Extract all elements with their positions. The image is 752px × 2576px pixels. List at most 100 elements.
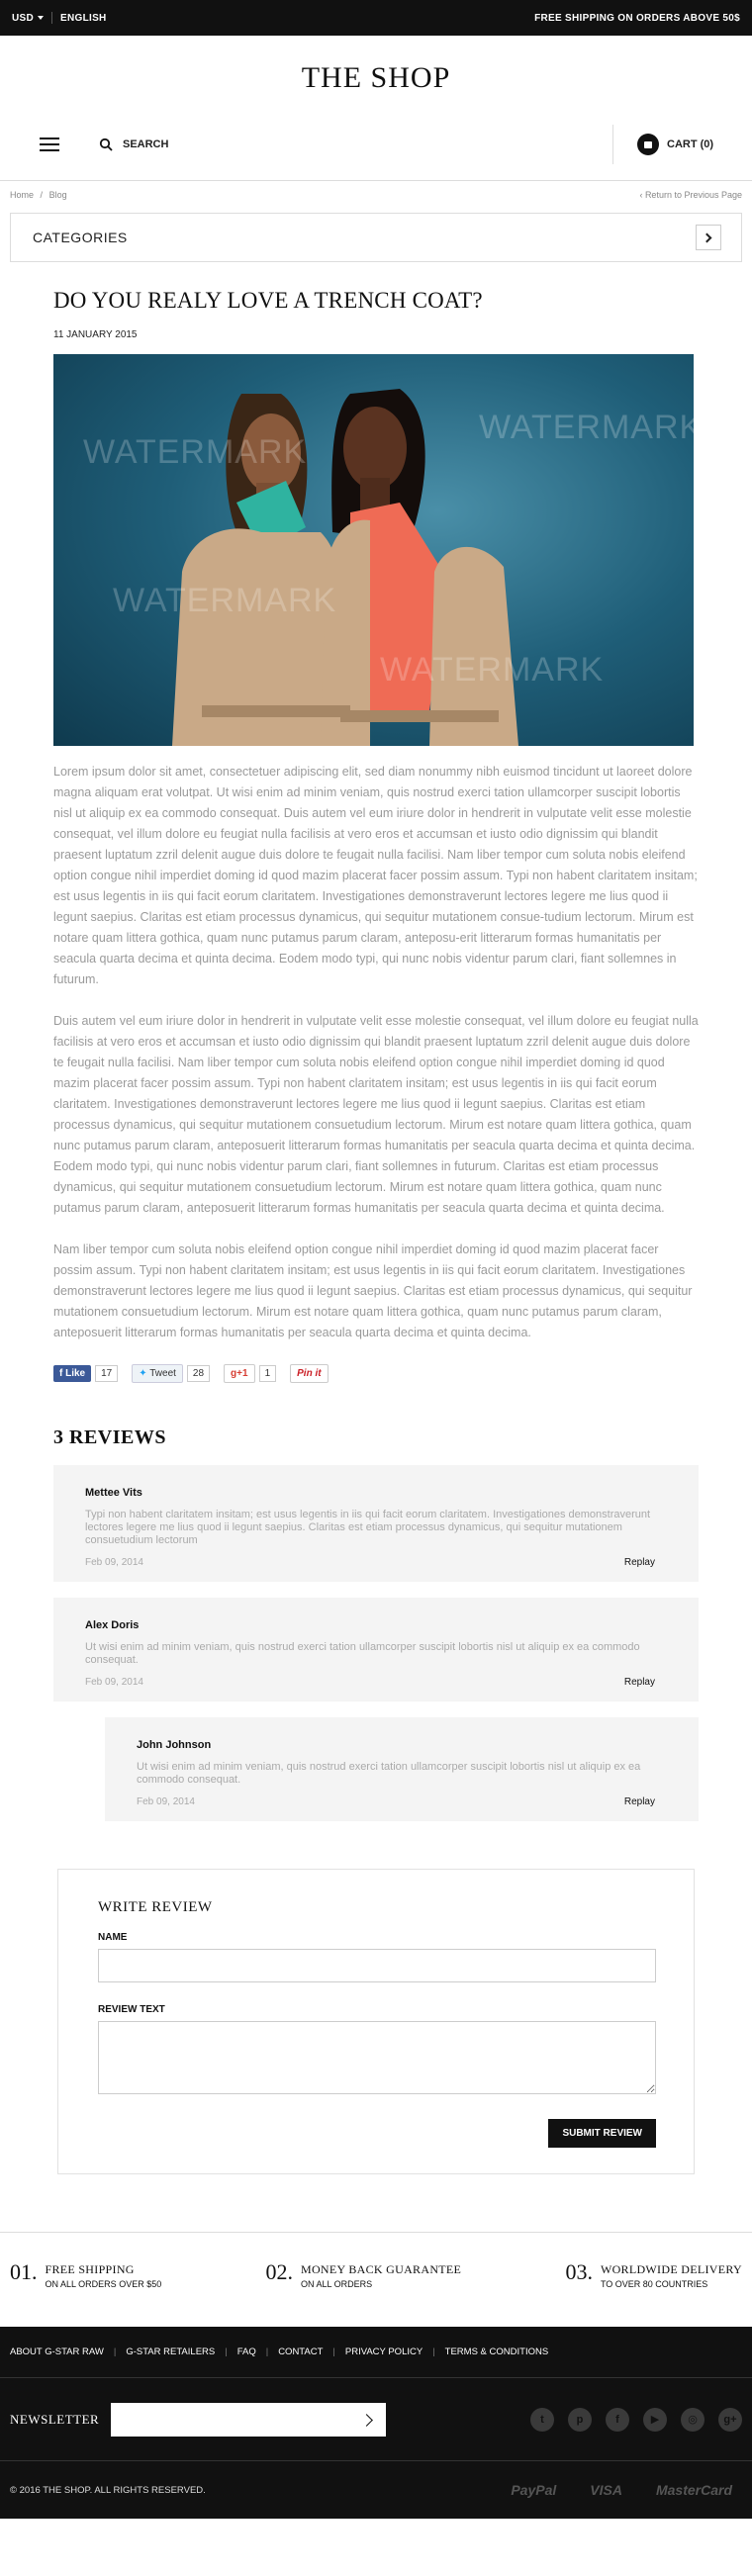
categories-toggle-button[interactable] (696, 225, 721, 250)
footer-links: ABOUT G-STAR RAW | G-STAR RETAILERS | FAQ |… (0, 2327, 752, 2378)
submit-row: SUBMIT REVIEW (98, 2119, 656, 2148)
feature-number: 02. (265, 2259, 293, 2284)
footer-link[interactable]: PRIVACY POLICY (345, 2346, 423, 2357)
article-title: DO YOU REALY LOVE A TRENCH COAT? (53, 288, 483, 313)
footer-link[interactable]: CONTACT (278, 2346, 323, 2357)
paypal-logo: PayPal (511, 2482, 557, 2498)
review-date: Feb 09, 2014 (85, 1677, 143, 1688)
pin-label: Pin it (290, 1364, 329, 1383)
review-text-label: REVIEW TEXT (98, 2004, 165, 2015)
mastercard-logo: MasterCard (655, 2482, 732, 2498)
twitter-icon: ✦ (139, 1368, 150, 1379)
copyright: © 2016 THE SHOP. ALL RIGHTS RESERVED. (10, 2484, 206, 2496)
feature-number: 03. (565, 2259, 593, 2284)
watermark-text: WATERMARK (113, 582, 337, 619)
google-plus-icon[interactable]: g+ (718, 2407, 742, 2432)
site-logo[interactable]: THE SHOP (302, 61, 451, 95)
currency-dropdown[interactable]: USD (12, 12, 45, 24)
review-date: Feb 09, 2014 (137, 1796, 195, 1807)
feature-item: 03. WORLDWIDE DELIVERY TO OVER 80 COUNTR… (565, 2259, 742, 2327)
watermark-text: WATERMARK (479, 409, 694, 446)
submit-review-button[interactable]: SUBMIT REVIEW (548, 2119, 656, 2148)
header-logo-row: THE SHOP (0, 49, 752, 107)
review-date: Feb 09, 2014 (85, 1557, 143, 1568)
review-reply-card: John Johnson Ut wisi enim ad minim venia… (105, 1717, 699, 1821)
review-author: Mettee Vits (85, 1487, 142, 1499)
header-nav: CART (0) (0, 125, 752, 164)
feature-subtitle: TO OVER 80 COUNTRIES (600, 2279, 708, 2289)
write-review-form: WRITE REVIEW NAME REVIEW TEXT SUBMIT REV… (57, 1869, 695, 2174)
watermark-text: WATERMARK (83, 433, 308, 471)
return-label: Return to Previous Page (644, 190, 742, 200)
newsletter-email-input[interactable] (111, 2402, 363, 2437)
review-card: Alex Doris Ut wisi enim ad minim veniam,… (53, 1598, 699, 1702)
chevron-right-icon (702, 232, 712, 242)
watermark-text: WATERMARK (380, 651, 605, 689)
review-text-field[interactable] (98, 2021, 656, 2094)
arrow-right-icon[interactable] (362, 2413, 376, 2427)
gplus-count: 1 (258, 1365, 277, 1382)
feature-number: 01. (10, 2259, 38, 2284)
breadcrumb-separator: / (40, 190, 44, 200)
article: DO YOU REALY LOVE A TRENCH COAT? 11 JANU… (0, 288, 752, 2174)
review-card: Mettee Vits Typi non habent claritatem i… (53, 1465, 699, 1582)
youtube-icon[interactable]: ▶ (643, 2407, 667, 2432)
footer-link[interactable]: G-STAR RETAILERS (126, 2346, 215, 2357)
feature-title: FREE SHIPPING (45, 2262, 135, 2276)
review-author: Alex Doris (85, 1619, 140, 1631)
menu-icon[interactable] (40, 138, 59, 151)
site-footer: ABOUT G-STAR RAW | G-STAR RETAILERS | FAQ |… (0, 2327, 752, 2519)
promo-text: FREE SHIPPING ON ORDERS ABOVE 50$ (534, 12, 740, 24)
write-review-title: WRITE REVIEW (98, 1899, 213, 1915)
feature-subtitle: ON ALL ORDERS (300, 2279, 373, 2289)
social-links: t p f ▶ ◎ g+ (530, 2407, 742, 2432)
footer-link[interactable]: TERMS & CONDITIONS (445, 2346, 549, 2357)
review-text: Typi non habent claritatem insitam; est … (85, 1509, 651, 1546)
reply-button[interactable]: Replay (624, 1796, 655, 1807)
reply-button[interactable]: Replay (624, 1677, 655, 1688)
footer-link[interactable]: ABOUT G-STAR RAW (10, 2346, 104, 2357)
review-meta: Feb 09, 2014 Replay (137, 1796, 667, 1807)
return-link[interactable]: ‹ Return to Previous Page (639, 190, 742, 200)
pinterest-icon[interactable]: p (568, 2407, 592, 2432)
review-meta: Feb 09, 2014 Replay (85, 1677, 667, 1688)
breadcrumb-home[interactable]: Home (10, 190, 34, 200)
breadcrumb-current[interactable]: Blog (49, 190, 67, 200)
footer-link[interactable]: FAQ (237, 2346, 256, 2357)
facebook-icon[interactable]: f (606, 2407, 629, 2432)
search-input[interactable] (123, 138, 499, 150)
categories-bar[interactable]: CATEGORIES (10, 213, 742, 262)
cart-label: CART (0) (667, 138, 714, 150)
chevron-down-icon (38, 15, 45, 20)
language-dropdown[interactable]: ENGLISH (60, 13, 107, 24)
pinterest-button[interactable]: Pin it (290, 1364, 329, 1383)
feature-item: 01. FREE SHIPPING ON ALL ORDERS OVER $50 (10, 2259, 161, 2327)
article-paragraph: Lorem ipsum dolor sit amet, consectetuer… (53, 765, 698, 986)
breadcrumb: Home / Blog ‹ Return to Previous Page (0, 181, 752, 209)
feature-title: WORLDWIDE DELIVERY (600, 2262, 742, 2276)
top-bar: USD ENGLISH FREE SHIPPING ON ORDERS ABOV… (0, 0, 752, 36)
search-icon[interactable] (99, 138, 113, 151)
instagram-icon[interactable]: ◎ (681, 2407, 705, 2432)
facebook-like-button[interactable]: f Like 17 (53, 1365, 119, 1382)
breadcrumb-trail: Home / Blog (10, 190, 67, 200)
article-paragraph: Duis autem vel eum iriure dolor in hendr… (53, 1014, 699, 1215)
footer-bottom: © 2016 THE SHOP. ALL RIGHTS RESERVED. Pa… (0, 2461, 752, 2519)
newsletter: NEWSLETTER (10, 2402, 387, 2437)
cart-button[interactable]: CART (0) (637, 134, 713, 155)
google-plus-button[interactable]: g+1 1 (224, 1364, 277, 1383)
name-field[interactable] (98, 1949, 656, 1982)
twitter-icon[interactable]: t (530, 2407, 554, 2432)
reply-button[interactable]: Replay (624, 1557, 655, 1568)
feature-title: MONEY BACK GUARANTEE (300, 2262, 462, 2276)
reviews-title: 3 REVIEWS (53, 1426, 166, 1448)
currency-label: USD (12, 12, 35, 24)
article-hero-image: WATERMARK WATERMARK WATERMARK WATERMARK (53, 354, 694, 746)
visa-logo: VISA (590, 2482, 622, 2498)
like-label: Like (65, 1368, 86, 1379)
article-date: 11 JANUARY 2015 (53, 329, 138, 340)
tweet-button[interactable]: ✦ Tweet 28 (132, 1364, 211, 1383)
newsletter-label: NEWSLETTER (10, 2411, 100, 2427)
newsletter-box (111, 2402, 387, 2437)
divider (51, 12, 53, 24)
